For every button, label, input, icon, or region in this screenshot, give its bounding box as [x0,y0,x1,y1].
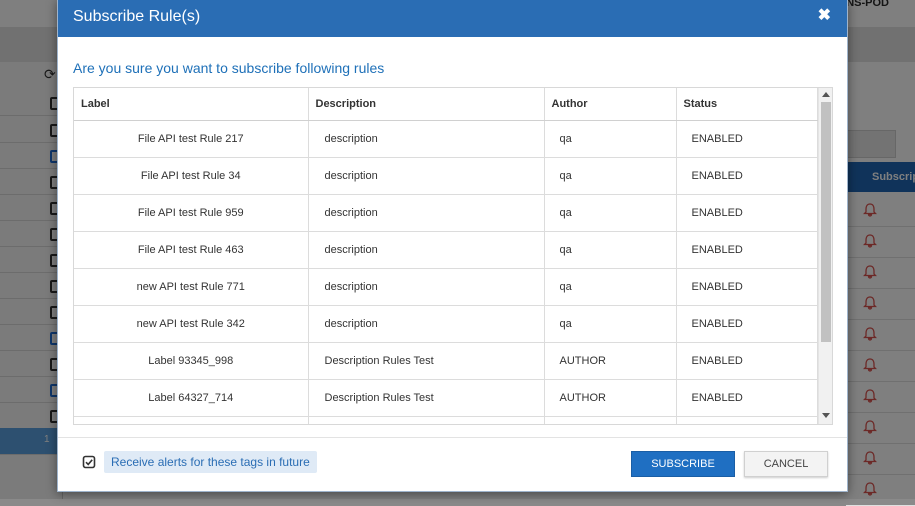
cell-description: description [308,231,545,269]
cell-label: File API test Rule 463 [74,231,309,269]
rules-table: Label Description Author Status File API… [74,88,818,424]
table-row: File API test Rule 463 description qa EN… [74,231,818,269]
cancel-button[interactable]: CANCEL [744,451,828,477]
column-header-author: Author [544,88,677,121]
cell-status: ENABLED [676,379,818,417]
table-row: new API test Rule 342 description qa ENA… [74,305,818,343]
cell-author: qa [544,268,677,306]
cell-label: Label 64327_714 [74,379,309,417]
cell-label: new API test Rule 771 [74,268,309,306]
cell-description: description [308,194,545,232]
table-row: File API test Rule 217 description qa EN… [74,120,818,158]
table-row: Label 64327_714 Description Rules Test A… [74,379,818,417]
cell-status: ENABLED [676,194,818,232]
table-header-row: Label Description Author Status [74,88,818,121]
scrollbar-thumb[interactable] [821,102,831,342]
cell-description: description [308,120,545,158]
cell-author: AUTHOR [544,342,677,380]
subscribe-button[interactable]: SUBSCRIBE [631,451,735,477]
cell-status: ENABLED [676,268,818,306]
cell-status: ENABLED [676,157,818,195]
close-icon[interactable]: ✖ [818,6,831,26]
cell-label: File API test Rule 959 [74,194,309,232]
dialog-title: Subscribe Rule(s) [73,8,201,25]
footer-divider [58,437,847,438]
cell-description: description [308,305,545,343]
cell-description: Description Rules Test [308,342,545,380]
cell-author: qa [544,120,677,158]
cell-label: new API test Rule 342 [74,305,309,343]
cell-description: Description Rules Test [308,379,545,417]
column-header-description: Description [308,88,545,121]
scroll-up-arrow-icon[interactable] [822,92,830,97]
cell-label: File API test Rule 217 [74,120,309,158]
subscribe-rules-dialog: Subscribe Rule(s) ✖ Are you sure you wan… [57,0,848,492]
cell-empty [544,416,677,424]
confirm-message: Are you sure you want to subscribe follo… [73,60,385,76]
future-alerts-label[interactable]: Receive alerts for these tags in future [104,451,317,473]
table-row: Label 93345_998 Description Rules Test A… [74,342,818,380]
cell-author: AUTHOR [544,379,677,417]
cell-status: ENABLED [676,231,818,269]
checked-checkbox-icon[interactable] [82,455,96,469]
cell-empty [308,416,545,424]
table-row: new API test Rule 771 description qa ENA… [74,268,818,306]
table-row: File API test Rule 959 description qa EN… [74,194,818,232]
cell-author: qa [544,231,677,269]
rules-table-container[interactable]: Label Description Author Status File API… [73,87,833,425]
table-row-partial [74,416,818,424]
cell-label: Label 93345_998 [74,342,309,380]
column-header-status: Status [676,88,818,121]
dialog-header: Subscribe Rule(s) ✖ [58,0,847,37]
future-alerts-checkbox[interactable]: Receive alerts for these tags in future [82,451,317,473]
cell-description: description [308,157,545,195]
cell-empty [74,416,309,424]
cell-author: qa [544,305,677,343]
cell-status: ENABLED [676,120,818,158]
column-header-label: Label [74,88,309,121]
cell-author: qa [544,157,677,195]
cell-status: ENABLED [676,342,818,380]
scroll-down-arrow-icon[interactable] [822,413,830,418]
table-row: File API test Rule 34 description qa ENA… [74,157,818,195]
cell-empty [676,416,818,424]
cell-description: description [308,268,545,306]
table-scrollbar[interactable] [818,88,832,424]
cell-label: File API test Rule 34 [74,157,309,195]
cell-author: qa [544,194,677,232]
cell-status: ENABLED [676,305,818,343]
